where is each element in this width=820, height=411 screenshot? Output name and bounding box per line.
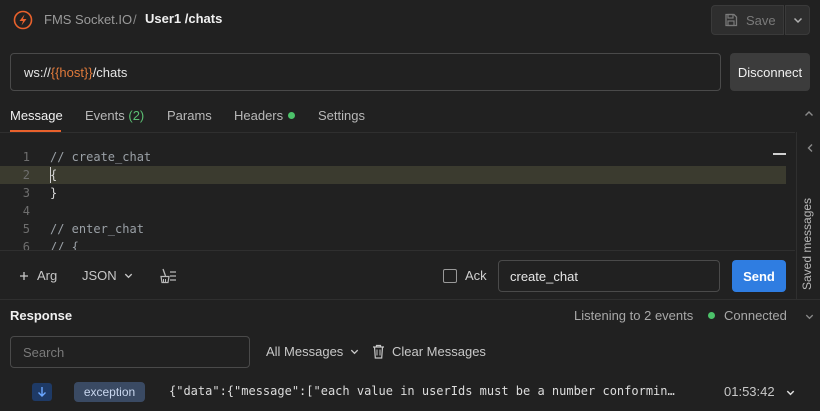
listening-status: Listening to 2 events [574, 308, 694, 323]
chevron-down-icon [349, 346, 360, 357]
format-label: JSON [82, 268, 117, 283]
incoming-arrow-icon [32, 383, 52, 401]
line-number: 3 [22, 186, 30, 200]
editor-line-current: 2 { [0, 166, 786, 184]
url-prefix: ws:// [24, 64, 51, 80]
editor-line: 1 // create_chat [0, 148, 786, 166]
save-icon [724, 13, 738, 27]
message-timestamp: 01:53:42 [724, 384, 775, 399]
tab-params[interactable]: Params [167, 108, 212, 123]
editor-minimap-marker [773, 153, 786, 155]
tab-events-label: Events [85, 108, 125, 123]
response-title: Response [10, 308, 73, 323]
code-text: // enter_chat [50, 222, 144, 236]
url-variable: {{host}} [50, 64, 93, 80]
code-text: { [50, 168, 58, 182]
tab-message[interactable]: Message [10, 108, 63, 123]
line-number: 2 [22, 168, 30, 182]
expand-message-button[interactable] [785, 387, 796, 398]
trash-icon [372, 344, 385, 359]
code-text: } [50, 186, 58, 200]
event-name-input[interactable] [498, 260, 720, 292]
tab-settings[interactable]: Settings [318, 108, 365, 123]
connection-status: Connected [724, 308, 787, 323]
text-cursor [50, 167, 51, 183]
editor-line: 3 } [0, 184, 786, 202]
chevron-down-icon [123, 270, 134, 281]
disconnect-button[interactable]: Disconnect [730, 53, 810, 91]
editor-line: 4 [0, 202, 786, 220]
event-name-badge: exception [74, 382, 145, 402]
breadcrumb-collection[interactable]: FMS Socket.IO [44, 12, 132, 27]
chevron-down-icon [792, 14, 804, 26]
tab-headers-label: Headers [234, 108, 284, 123]
line-number: 6 [22, 240, 30, 250]
expand-saved-messages-button[interactable] [805, 142, 815, 154]
headers-status-dot [288, 112, 296, 120]
collapse-panel-button[interactable] [803, 108, 815, 120]
collapse-response-button[interactable] [804, 311, 815, 322]
line-number: 5 [22, 222, 30, 236]
connection-status-dot [708, 312, 715, 319]
format-select[interactable]: JSON [82, 268, 134, 283]
tab-headers[interactable]: Headers [234, 108, 296, 123]
clear-messages-label: Clear Messages [392, 344, 486, 359]
ack-checkbox[interactable] [443, 269, 457, 283]
saved-messages-label[interactable]: Saved messages [800, 198, 814, 290]
message-filter-select[interactable]: All Messages [266, 344, 360, 359]
socketio-logo-icon [13, 10, 33, 30]
save-button[interactable]: Save [711, 5, 784, 35]
url-suffix: /chats [92, 64, 128, 80]
save-options-button[interactable] [785, 5, 810, 35]
clear-messages-button[interactable]: Clear Messages [372, 344, 486, 359]
ack-label: Ack [465, 268, 487, 283]
message-preview[interactable]: {"data":{"message":["each value in userI… [169, 384, 679, 398]
breadcrumb-separator: / [133, 12, 137, 27]
send-button[interactable]: Send [732, 260, 786, 292]
plus-icon [19, 271, 29, 281]
filter-label: All Messages [266, 344, 344, 359]
url-input[interactable]: ws://{{host}}/chats [10, 53, 721, 91]
save-label: Save [746, 12, 776, 28]
add-arg-label: Arg [37, 268, 58, 283]
editor-line: 6 // { [0, 238, 786, 250]
editor-line: 5 // enter_chat [0, 220, 786, 238]
code-text: // { [50, 240, 79, 250]
line-number: 1 [22, 150, 30, 164]
divider [0, 250, 795, 251]
message-editor[interactable]: 1 // create_chat 2 { 3 } 4 5 // enter_ch… [0, 133, 795, 250]
events-count-badge: (2) [128, 108, 145, 123]
code-text: // create_chat [50, 150, 152, 164]
divider [0, 299, 820, 300]
request-title[interactable]: User1 /chats [145, 11, 222, 26]
add-arg-button[interactable]: Arg [19, 268, 57, 283]
search-input[interactable] [10, 336, 250, 368]
broom-icon[interactable] [159, 268, 177, 284]
line-number: 4 [22, 204, 30, 218]
tab-events[interactable]: Events (2) [85, 108, 144, 123]
